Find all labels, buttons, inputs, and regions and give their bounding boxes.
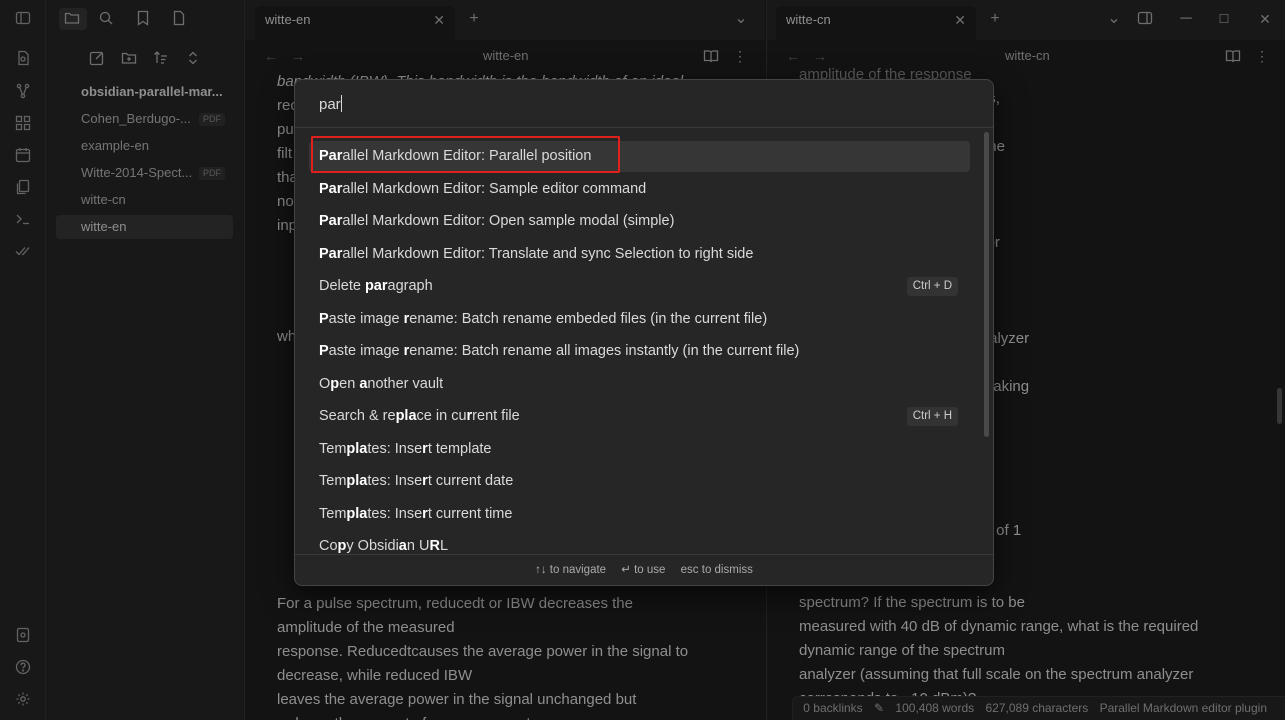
palette-instructions: ↑↓ to navigate ↵ to use esc to dismiss <box>295 554 993 585</box>
highlight-annotation-box <box>311 136 620 173</box>
suggestion-text: ename: Batch rename all images instantly… <box>409 343 800 359</box>
suggestion-text: n U <box>406 538 430 554</box>
match-highlight: pla <box>346 473 368 489</box>
command-suggestion[interactable]: Templates: Insert current date <box>309 466 970 497</box>
command-suggestion[interactable]: Parallel Markdown Editor: Translate and … <box>309 239 970 270</box>
command-suggestion[interactable]: Templates: Insert current time <box>309 499 970 530</box>
suggestion-text: Delete <box>319 278 365 294</box>
match-highlight: par <box>364 278 388 294</box>
command-suggestion[interactable]: Paste image rename: Batch rename embeded… <box>309 304 970 335</box>
suggestion-scrollbar[interactable] <box>984 132 989 437</box>
suggestion-text: Tem <box>319 505 347 522</box>
suggestion-text: aste image <box>328 310 404 327</box>
navigate-hint: ↑↓ to navigate <box>535 564 607 576</box>
suggestion-text: rent file <box>472 408 520 424</box>
search-query: par <box>319 96 341 113</box>
hotkey-badge: Ctrl + D <box>906 277 958 296</box>
command-suggestion[interactable]: Parallel Markdown Editor: Sample editor … <box>309 174 970 205</box>
suggestion-text: L <box>439 538 449 554</box>
suggestion-text: t current date <box>427 473 514 489</box>
command-search-input[interactable]: par <box>295 80 993 128</box>
suggestion-text: tes: Inse <box>367 440 423 457</box>
suggestion-text: nother vault <box>367 375 444 392</box>
command-suggestion[interactable]: Parallel Markdown Editor: Open sample mo… <box>309 206 970 237</box>
match-highlight: P <box>319 310 329 327</box>
suggestion-text: O <box>319 375 331 392</box>
suggestion-text: en <box>339 375 360 392</box>
suggestion-text: allel Markdown Editor: Sample editor com… <box>342 180 647 197</box>
suggestion-text: Co <box>319 538 338 554</box>
hotkey-badge: Ctrl + H <box>906 407 958 426</box>
match-highlight: p <box>330 375 340 392</box>
command-suggestion[interactable]: Delete paragraph Ctrl + D <box>309 271 970 302</box>
suggestion-text: ename: Batch rename embeded files (in th… <box>409 310 768 327</box>
suggestion-text: Search & re <box>319 408 396 424</box>
dismiss-hint: esc to dismiss <box>680 564 753 576</box>
match-highlight: P <box>319 343 329 359</box>
command-suggestion[interactable]: Open another vault <box>309 369 970 400</box>
match-highlight: Par <box>319 180 343 197</box>
match-highlight: R <box>429 538 440 554</box>
suggestion-text: Tem <box>319 473 347 489</box>
command-suggestion[interactable]: Search & replace in current file Ctrl + H <box>309 401 970 432</box>
command-suggestion[interactable]: Templates: Insert template <box>309 434 970 465</box>
suggestion-text: allel Markdown Editor: Open sample modal… <box>342 213 675 229</box>
suggestion-text: t current time <box>427 505 513 522</box>
use-hint: ↵ to use <box>621 564 666 576</box>
suggestion-text: aste image <box>328 343 404 359</box>
match-highlight: pla <box>346 440 368 457</box>
match-highlight: Par <box>319 213 343 229</box>
match-highlight: Par <box>319 245 343 262</box>
suggestion-text: tes: Inse <box>367 473 423 489</box>
suggestion-text: ce in cu <box>416 408 467 424</box>
suggestion-text: t template <box>427 440 492 457</box>
match-highlight: a <box>398 538 407 554</box>
suggestion-text: y Obsidi <box>346 538 399 554</box>
suggestion-text: agraph <box>387 278 433 294</box>
command-suggestion[interactable]: Paste image rename: Batch rename all ima… <box>309 336 970 367</box>
match-highlight: pla <box>346 505 368 522</box>
suggestion-text: tes: Inse <box>367 505 423 522</box>
suggestion-text: Tem <box>319 440 347 457</box>
match-highlight: pla <box>395 408 417 424</box>
suggestion-text: allel Markdown Editor: Translate and syn… <box>342 245 754 262</box>
